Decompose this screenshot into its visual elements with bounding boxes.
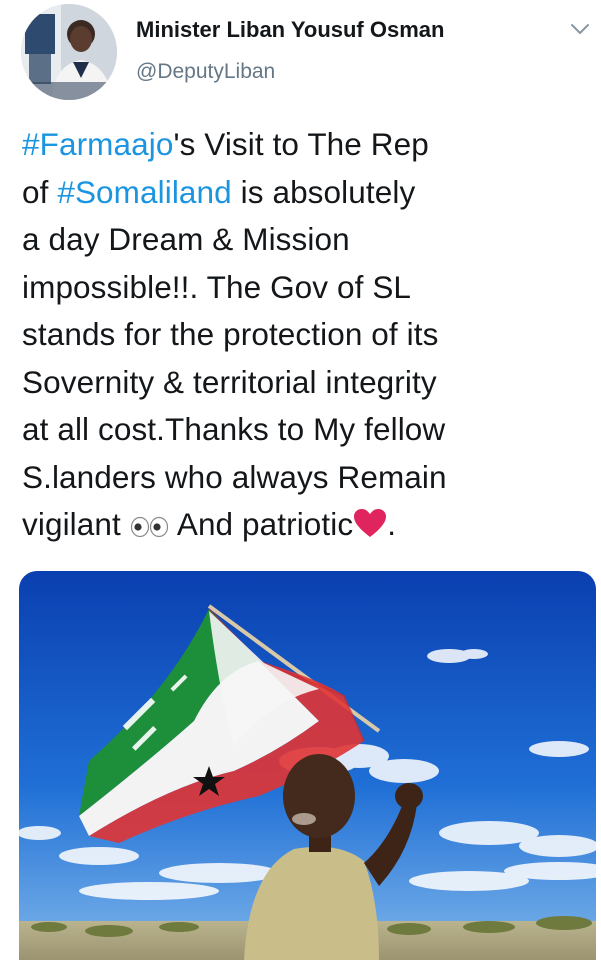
photo-child-waving-somaliland-flag-icon <box>19 571 596 960</box>
tweet-text-line: of #Somaliland is absolutely <box>22 169 592 217</box>
chevron-down-icon[interactable] <box>569 18 591 40</box>
avatar-photo-icon <box>21 4 117 100</box>
tweet-text-segment: 's Visit to The Rep <box>173 126 429 162</box>
tweet-text-line: a day Dream & Mission <box>22 216 592 264</box>
tweet-text-line: impossible!!. The Gov of SL <box>22 264 592 312</box>
tweet-text-segment: S.landers who always Remain <box>22 458 447 495</box>
tweet-text-segment: of <box>22 173 58 210</box>
tweet-text-line: stands for the protection of its <box>22 311 592 359</box>
tweet-text-segment: stands for the protection of its <box>22 316 439 352</box>
tweet-text-segment: impossible!!. The Gov of SL <box>22 268 412 305</box>
tweet-text-line: at all cost.Thanks to My fellow <box>22 406 592 454</box>
tweet-card: Minister Liban Yousuf Osman @DeputyLiban… <box>0 0 601 960</box>
eyes-emoji-icon <box>130 516 168 538</box>
tweet-text-line: #Farmaajo's Visit to The Rep <box>22 121 592 169</box>
tweet-text-segment: vigilant <box>22 506 130 542</box>
tweet-text-line: vigilant And patriotic. <box>22 501 592 549</box>
tweet-text-line: S.landers who always Remain <box>22 454 592 502</box>
tweet-media-photo[interactable] <box>19 571 596 960</box>
tweet-text: #Farmaajo's Visit to The Rep of #Somalila… <box>22 121 592 549</box>
tweet-text-segment: is absolutely <box>231 173 416 210</box>
hashtag-link[interactable]: #Farmaajo <box>22 126 173 162</box>
tweet-text-segment: And patriotic <box>169 506 354 542</box>
red-heart-emoji-icon <box>354 509 387 537</box>
author-display-name[interactable]: Minister Liban Yousuf Osman <box>136 17 444 43</box>
tweet-text-segment: Sovernity & territorial integrity <box>22 363 437 400</box>
tweet-text-segment: at all cost.Thanks to My fellow <box>22 411 446 447</box>
tweet-text-segment: . <box>387 506 397 542</box>
tweet-text-line: Sovernity & territorial integrity <box>22 359 592 407</box>
avatar[interactable] <box>21 4 117 100</box>
author-handle[interactable]: @DeputyLiban <box>136 60 275 84</box>
tweet-text-segment: a day Dream & Mission <box>22 221 350 257</box>
hashtag-link[interactable]: #Somaliland <box>57 174 231 210</box>
